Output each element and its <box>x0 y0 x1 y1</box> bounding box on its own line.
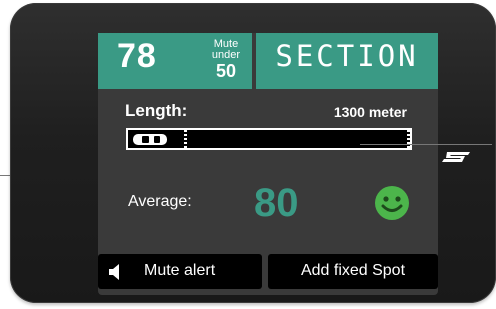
current-speed: 78 <box>117 37 157 75</box>
under-label: under <box>211 49 241 61</box>
add-fixed-spot-label: Add fixed Spot <box>300 262 406 279</box>
length-value: 1300 meter <box>333 104 407 120</box>
smiley-icon <box>374 185 410 226</box>
speaker-icon <box>108 263 124 286</box>
callout-line-right <box>360 144 492 145</box>
car-icon <box>132 133 168 151</box>
section-progress-bar <box>126 128 412 150</box>
average-speed: 80 <box>254 181 299 225</box>
mute-under-indicator: Mute under 50 <box>208 39 244 81</box>
mute-alert-button[interactable]: Mute alert <box>98 254 262 289</box>
mute-threshold: 50 <box>215 61 237 81</box>
mute-alert-label: Mute alert <box>144 262 216 279</box>
average-label: Average: <box>128 193 192 210</box>
brand-logo <box>441 150 471 168</box>
add-fixed-spot-button[interactable]: Add fixed Spot <box>268 254 438 289</box>
finish-marker <box>407 130 410 148</box>
mode-header: SECTION <box>256 33 438 89</box>
display-screen: 78 Mute under 50 SECTION Length: 1300 me… <box>98 33 438 295</box>
mode-label: SECTION <box>275 39 419 73</box>
start-marker <box>184 130 187 148</box>
length-label: Length: <box>125 101 188 120</box>
device-frame: 78 Mute under 50 SECTION Length: 1300 me… <box>10 3 496 303</box>
speed-header: 78 Mute under 50 <box>98 33 252 89</box>
